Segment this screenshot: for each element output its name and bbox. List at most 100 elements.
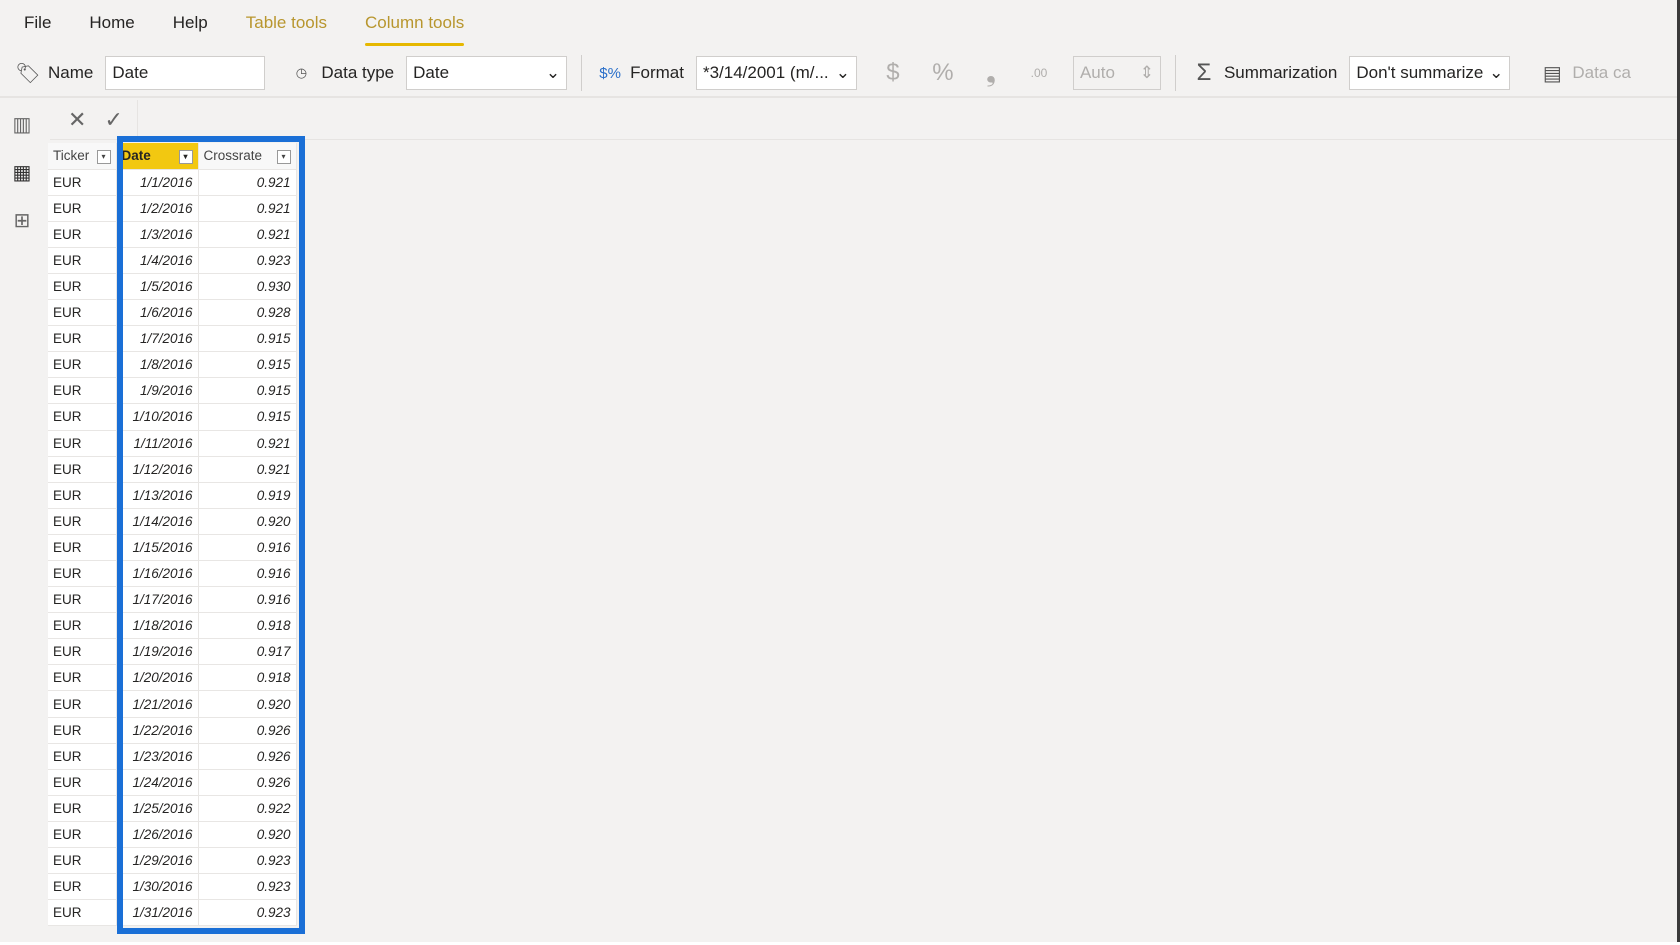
table-cell[interactable]: 0.915 [198, 325, 297, 353]
table-cell[interactable]: EUR [48, 821, 117, 849]
table-cell[interactable]: 0.920 [198, 690, 297, 718]
data-view-icon[interactable]: ▦ [0, 148, 44, 196]
table-cell[interactable]: EUR [48, 586, 117, 614]
table-cell[interactable]: 0.923 [198, 847, 297, 875]
table-cell[interactable]: 1/17/2016 [116, 586, 199, 614]
table-cell[interactable]: 1/30/2016 [116, 873, 199, 901]
table-cell[interactable]: EUR [48, 195, 117, 222]
table-cell[interactable]: 0.921 [198, 456, 297, 483]
table-cell[interactable]: 0.930 [198, 273, 297, 301]
table-cell[interactable]: EUR [48, 169, 117, 196]
table-cell[interactable]: 1/22/2016 [116, 717, 199, 744]
table-cell[interactable]: 1/13/2016 [116, 482, 199, 509]
table-cell[interactable]: EUR [48, 377, 117, 405]
table-cell[interactable]: EUR [48, 534, 117, 562]
table-cell[interactable]: 0.917 [198, 638, 297, 666]
table-cell[interactable]: EUR [48, 482, 117, 509]
table-cell[interactable]: 1/4/2016 [116, 247, 199, 274]
table-cell[interactable]: 0.920 [198, 821, 297, 849]
data-type-dropdown[interactable]: Date ⌄ [406, 56, 568, 90]
table-cell[interactable]: EUR [48, 873, 117, 901]
table-cell[interactable]: 1/20/2016 [116, 664, 199, 692]
table-cell[interactable]: 0.915 [198, 403, 297, 431]
table-cell[interactable]: 1/1/2016 [116, 169, 199, 196]
table-cell[interactable]: EUR [48, 351, 117, 379]
table-cell[interactable]: 1/24/2016 [116, 769, 199, 796]
column-header-crossrate[interactable]: Crossrate ▾ [198, 143, 297, 170]
comma-icon[interactable]: ❟ [977, 57, 1005, 89]
name-input[interactable]: Date [105, 56, 266, 90]
table-cell[interactable]: 0.916 [198, 560, 297, 588]
table-cell[interactable]: 0.923 [198, 247, 297, 274]
table-cell[interactable]: EUR [48, 690, 117, 718]
table-cell[interactable]: 1/26/2016 [116, 821, 199, 849]
data-category-label[interactable]: Data ca [1572, 63, 1631, 83]
table-cell[interactable]: EUR [48, 795, 117, 822]
table-cell[interactable]: 0.916 [198, 586, 297, 614]
table-cell[interactable]: 0.926 [198, 769, 297, 796]
table-cell[interactable]: 0.922 [198, 795, 297, 822]
table-cell[interactable]: EUR [48, 899, 117, 927]
table-cell[interactable]: EUR [48, 456, 117, 483]
tab-help[interactable]: Help [173, 0, 208, 50]
format-dropdown[interactable]: *3/14/2001 (m/... ⌄ [695, 56, 857, 90]
currency-icon[interactable]: $ [879, 59, 907, 87]
table-cell[interactable]: EUR [48, 403, 117, 431]
tab-table-tools[interactable]: Table tools [246, 0, 327, 50]
column-header-date[interactable]: Date ▾ [116, 143, 199, 170]
table-cell[interactable]: 1/12/2016 [116, 456, 199, 483]
chevron-down-icon[interactable]: ▾ [276, 149, 291, 164]
table-cell[interactable]: EUR [48, 664, 117, 692]
table-cell[interactable]: EUR [48, 299, 117, 327]
table-cell[interactable]: 1/14/2016 [116, 508, 199, 535]
table-cell[interactable]: 1/2/2016 [116, 195, 199, 222]
column-header-ticker[interactable]: Ticker ▾ [48, 143, 117, 170]
table-cell[interactable]: 1/25/2016 [116, 795, 199, 822]
table-cell[interactable]: 1/19/2016 [116, 638, 199, 666]
table-cell[interactable]: 0.916 [198, 534, 297, 562]
table-cell[interactable]: 0.915 [198, 377, 297, 405]
tab-home[interactable]: Home [89, 0, 134, 50]
table-cell[interactable]: EUR [48, 221, 117, 248]
table-cell[interactable]: 0.928 [198, 299, 297, 327]
table-cell[interactable]: 0.921 [198, 430, 297, 457]
tab-column-tools[interactable]: Column tools [365, 0, 465, 50]
table-cell[interactable]: 1/15/2016 [116, 534, 199, 562]
table-cell[interactable]: 1/18/2016 [116, 612, 199, 640]
table-cell[interactable]: EUR [48, 717, 117, 744]
table-cell[interactable]: 1/29/2016 [116, 847, 199, 875]
table-cell[interactable]: EUR [48, 769, 117, 796]
table-cell[interactable]: 1/21/2016 [116, 690, 199, 718]
table-cell[interactable]: 0.915 [198, 351, 297, 379]
table-cell[interactable]: 0.921 [198, 221, 297, 248]
table-cell[interactable]: EUR [48, 325, 117, 353]
table-cell[interactable]: 1/11/2016 [116, 430, 199, 457]
table-cell[interactable]: EUR [48, 612, 117, 640]
table-cell[interactable]: 0.926 [198, 717, 297, 744]
spinner-icon[interactable]: ⇕ [1140, 63, 1154, 83]
decimal-icon[interactable]: .00 [1025, 66, 1053, 80]
table-cell[interactable]: 0.926 [198, 743, 297, 770]
table-cell[interactable]: 1/23/2016 [116, 743, 199, 770]
tab-file[interactable]: File [24, 0, 51, 50]
filter-icon[interactable]: ▾ [96, 149, 111, 164]
table-cell[interactable]: EUR [48, 743, 117, 770]
percent-icon[interactable]: % [929, 59, 957, 87]
table-cell[interactable]: 1/8/2016 [116, 351, 199, 379]
summarization-dropdown[interactable]: Don't summarize ⌄ [1349, 56, 1511, 90]
table-cell[interactable]: 0.923 [198, 873, 297, 901]
table-cell[interactable]: 1/10/2016 [116, 403, 199, 431]
table-cell[interactable]: 0.919 [198, 482, 297, 509]
decimal-places-input[interactable]: Auto ⇕ [1072, 56, 1161, 90]
table-cell[interactable]: 1/3/2016 [116, 221, 199, 248]
table-cell[interactable]: EUR [48, 560, 117, 588]
close-icon[interactable]: ✕ [68, 107, 86, 133]
table-cell[interactable]: 0.923 [198, 899, 297, 927]
model-view-icon[interactable]: ⊞ [0, 196, 44, 244]
table-cell[interactable]: EUR [48, 638, 117, 666]
table-cell[interactable]: 0.920 [198, 508, 297, 535]
table-cell[interactable]: EUR [48, 508, 117, 535]
table-cell[interactable]: 0.921 [198, 195, 297, 222]
table-cell[interactable]: EUR [48, 430, 117, 457]
table-cell[interactable]: 0.918 [198, 612, 297, 640]
